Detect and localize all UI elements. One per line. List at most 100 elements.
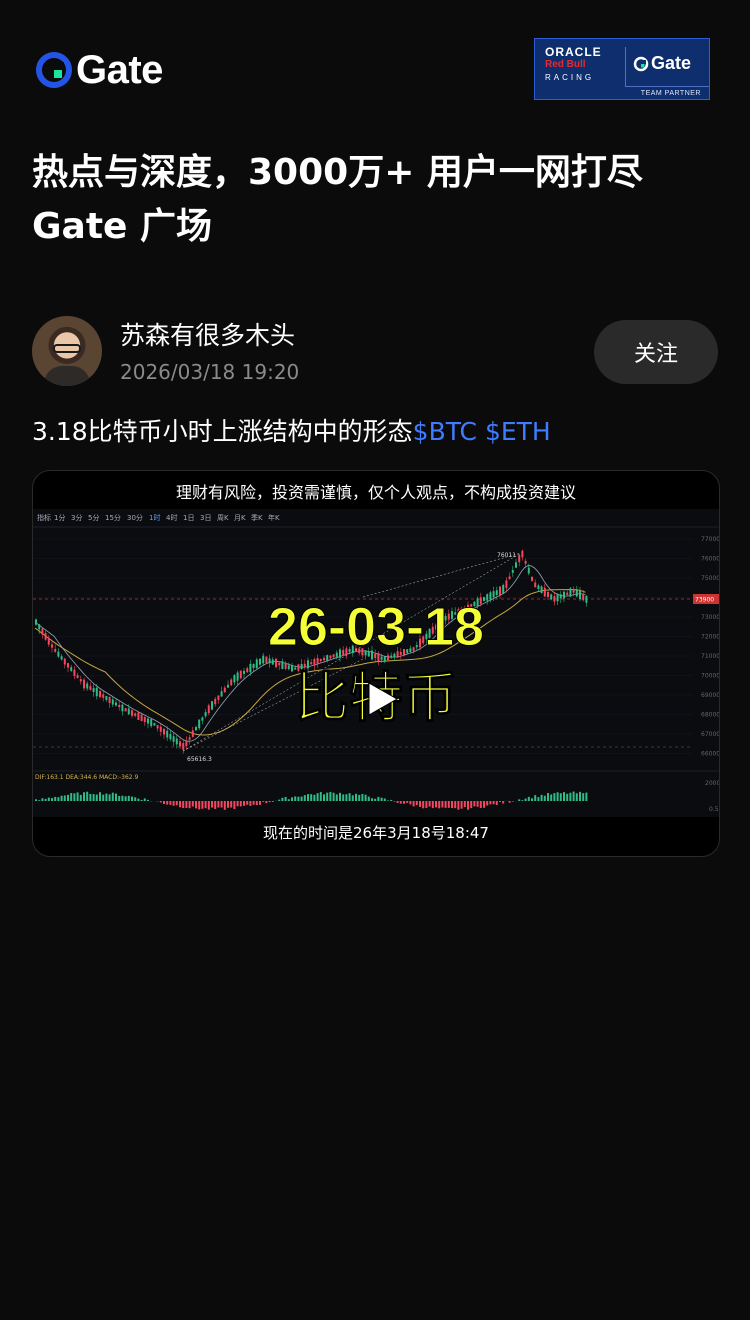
macd-bar (140, 799, 143, 801)
logo-text: Gate (76, 48, 163, 92)
macd-histogram (35, 791, 588, 810)
macd-bar (95, 794, 98, 801)
candle-body (268, 658, 271, 664)
avatar[interactable] (32, 316, 102, 386)
macd-bar (537, 797, 540, 801)
macd-bar (163, 801, 165, 805)
macd-bar (524, 798, 527, 801)
macd-axis-top: 2000 (705, 780, 719, 787)
candle-body (495, 590, 498, 595)
macd-bar (41, 798, 44, 801)
macd-bar (44, 798, 47, 801)
macd-bar (499, 801, 501, 802)
macd-bar (201, 801, 204, 809)
macd-bar (415, 801, 418, 806)
candle-body (543, 587, 546, 597)
macd-bar (431, 801, 434, 809)
toolbar-label: 1日 (183, 514, 194, 522)
macd-bar (377, 796, 380, 801)
macd-bar (137, 798, 140, 801)
macd-bar (419, 801, 421, 807)
toolbar-label: 15分 (105, 513, 121, 522)
toolbar-label: 1分 (54, 513, 65, 522)
macd-bar (463, 801, 466, 808)
candle-body (527, 567, 530, 574)
candle-body (323, 657, 325, 661)
macd-bar (473, 801, 476, 807)
video-frame[interactable]: 指标 1分 3分 5分 15分 30分 1时 4时 1日 3日 周K 月K 季K 年K 77000 7600… (33, 509, 719, 817)
macd-bar (361, 793, 364, 801)
macd-bar (281, 797, 284, 801)
candle-body (499, 586, 501, 596)
candle-body (185, 740, 188, 747)
macd-bar (502, 801, 505, 804)
video-card[interactable]: 理财有风险，投资需谨慎，仅个人观点，不构成投资建议 指标 1分 3分 5分 15分 30分… (32, 470, 720, 857)
macd-bar (323, 794, 325, 801)
candle-body (175, 738, 178, 745)
macd-bar (476, 801, 479, 807)
toolbar-label: 1时 (149, 513, 160, 522)
gate-mini-icon (633, 56, 649, 71)
macd-bar (412, 801, 415, 807)
macd-bar (67, 794, 69, 801)
macd-bar (444, 801, 447, 808)
toolbar-label: 30分 (127, 513, 143, 522)
macd-bar (575, 793, 578, 801)
macd-bar (284, 796, 287, 801)
macd-bar (447, 801, 450, 808)
macd-bar (495, 801, 498, 805)
macd-bar (313, 794, 316, 801)
macd-bar (102, 794, 105, 801)
candle-body (310, 662, 313, 665)
macd-bar (121, 795, 124, 801)
toolbar-label: 3分 (71, 513, 82, 522)
macd-bar (348, 793, 351, 801)
play-icon[interactable] (361, 679, 401, 719)
price-tick-label: 76000 (701, 556, 719, 563)
headline-line-2: Gate 广场 (32, 206, 213, 247)
macd-bar (492, 801, 495, 805)
macd-bar (454, 801, 457, 809)
macd-bar (79, 794, 82, 801)
macd-bar (236, 801, 239, 807)
macd-bar (159, 801, 162, 803)
high-label: 76011 (497, 552, 516, 559)
macd-bar (428, 801, 431, 807)
macd-bar (457, 801, 460, 810)
macd-bar (297, 796, 300, 801)
tag-eth[interactable]: $ETH (485, 417, 551, 446)
macd-bar (569, 792, 572, 801)
low-label: 65616.3 (187, 756, 212, 763)
candle-body (265, 656, 268, 663)
macd-bar (310, 794, 313, 801)
racing-text: RACING (545, 73, 595, 82)
macd-bar (364, 794, 367, 801)
price-tick-label: 77000 (701, 536, 719, 543)
header: Gate ORACLE Red Bull RACING Gate TEAM PA… (0, 0, 750, 120)
macd-bar (441, 801, 444, 808)
macd-bar (380, 797, 383, 801)
follow-button[interactable]: 关注 (594, 320, 718, 384)
candle-body (540, 586, 543, 594)
macd-bar (326, 792, 329, 801)
candle-body (572, 589, 575, 593)
macd-bar (83, 792, 85, 801)
macd-bar (51, 798, 53, 801)
macd-bar (390, 799, 393, 801)
toolbar-label: 5分 (88, 513, 99, 522)
macd-bar (211, 801, 213, 808)
macd-bar (483, 801, 485, 808)
macd-bar (518, 799, 521, 801)
candle-body (313, 658, 316, 666)
author-name[interactable]: 苏森有很多木头 (120, 320, 295, 352)
macd-bar (175, 801, 178, 806)
tag-btc[interactable]: $BTC (413, 417, 477, 446)
macd-bar (300, 796, 303, 801)
candle-body (569, 588, 572, 597)
candle-body (172, 736, 175, 742)
candle-body (179, 741, 181, 747)
post-text: 3.18比特币小时上涨结构中的形态$BTC $ETH (32, 412, 551, 452)
macd-bar (134, 797, 137, 801)
gate-logo[interactable]: Gate (36, 50, 163, 90)
candle-body (502, 584, 505, 594)
